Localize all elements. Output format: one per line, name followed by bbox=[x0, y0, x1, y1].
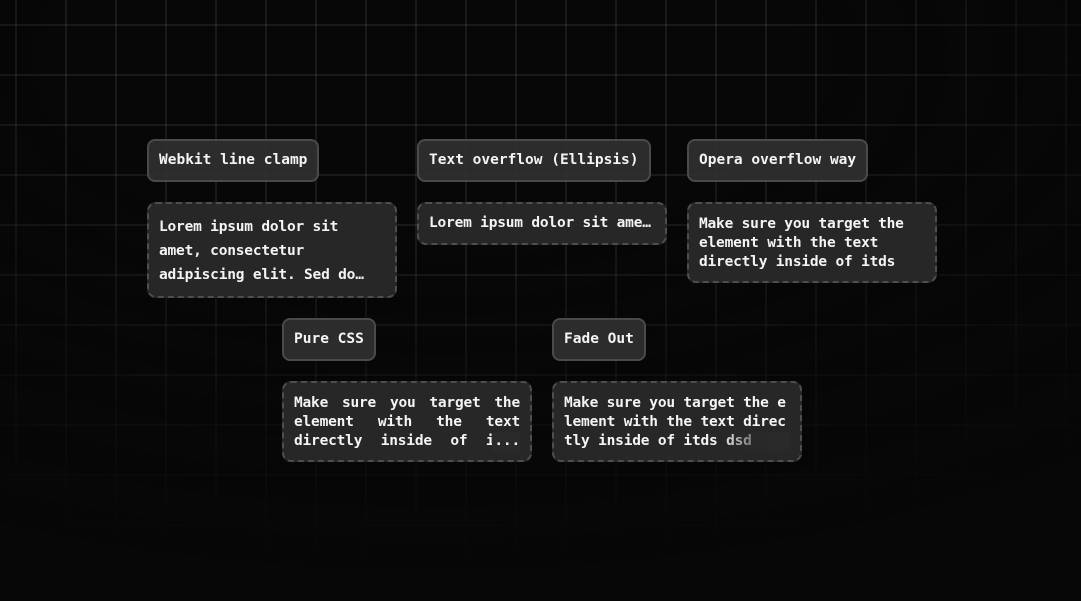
pure-css-text-wrap: Make sure you target the element with th… bbox=[294, 394, 520, 451]
label-text: Pure CSS bbox=[294, 331, 364, 347]
demo-box-text-overflow-ellipsis: Lorem ipsum dolor sit amet, consectetur … bbox=[417, 202, 667, 245]
label-pure-css: Pure CSS bbox=[282, 318, 376, 361]
fade-text-wrap: Make sure you target the element with th… bbox=[564, 394, 790, 451]
more-ellipsis: ... bbox=[492, 432, 520, 451]
demo-box-pure-css: Make sure you target the element with th… bbox=[282, 381, 532, 462]
label-text: Fade Out bbox=[564, 331, 634, 347]
fade-gradient-overlay bbox=[720, 432, 790, 451]
label-text: Webkit line clamp bbox=[159, 152, 308, 168]
label-webkit-line-clamp: Webkit line clamp bbox=[147, 139, 320, 182]
label-text-overflow-ellipsis: Text overflow (Ellipsis) bbox=[417, 139, 651, 182]
label-fade-out: Fade Out bbox=[552, 318, 646, 361]
demo-box-webkit-line-clamp: Lorem ipsum dolor sit amet, consectetur … bbox=[147, 202, 397, 298]
ellipsis-text: Lorem ipsum dolor sit amet, consectetur … bbox=[429, 215, 655, 231]
opera-text: Make sure you target the element with th… bbox=[699, 216, 904, 270]
grid-background bbox=[0, 0, 1081, 601]
demo-box-fade-out: Make sure you target the element with th… bbox=[552, 381, 802, 462]
clamped-text: Lorem ipsum dolor sit amet, consectetur … bbox=[159, 219, 356, 283]
label-text: Text overflow (Ellipsis) bbox=[429, 152, 639, 168]
pure-css-text: Make sure you target the element with th… bbox=[294, 395, 520, 449]
demo-box-opera-overflow: Make sure you target the element with th… bbox=[687, 202, 937, 283]
label-opera-overflow: Opera overflow way bbox=[687, 139, 869, 182]
label-text: Opera overflow way bbox=[699, 152, 857, 168]
